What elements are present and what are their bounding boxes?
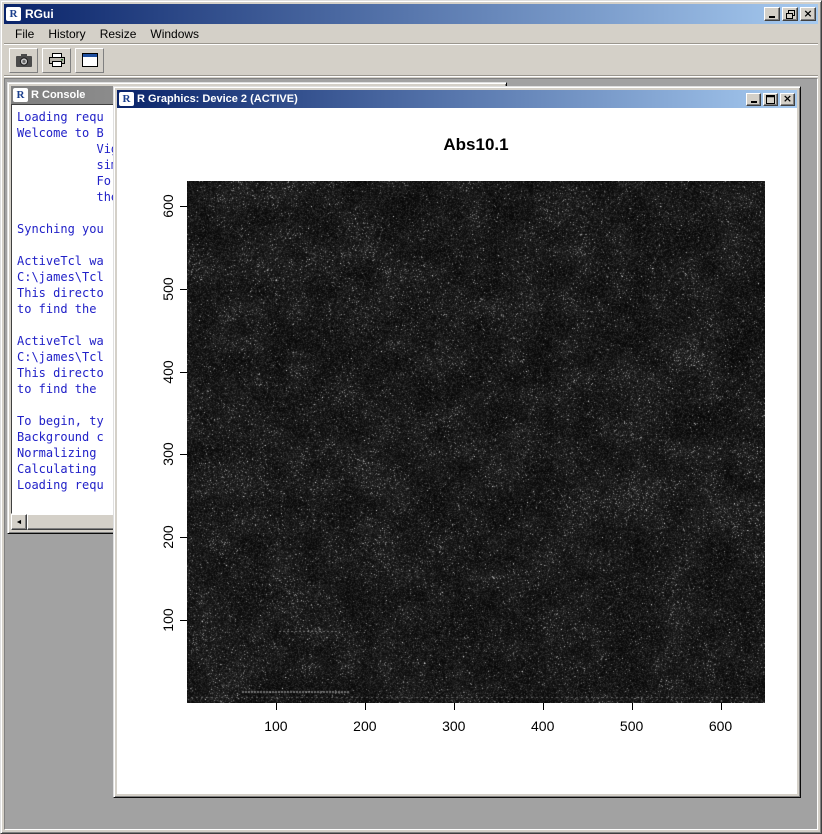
- y-tick-mark: [180, 372, 187, 373]
- x-tick-mark: [365, 703, 366, 710]
- y-tick-label: 400: [160, 350, 174, 394]
- y-tick-mark: [180, 537, 187, 538]
- x-tick-label: 100: [254, 718, 298, 734]
- mdi-area: R R Console Loading requ Welcome to B Vi…: [4, 78, 818, 830]
- printer-icon: [48, 53, 66, 68]
- graphics-window-controls: ×: [746, 93, 795, 106]
- plot-title: Abs10.1: [187, 135, 765, 155]
- x-tick-mark: [721, 703, 722, 710]
- x-tick-mark: [454, 703, 455, 710]
- graphics-r-icon: R: [119, 92, 134, 106]
- x-tick-label: 400: [521, 718, 565, 734]
- main-window-controls: ×: [764, 7, 816, 21]
- minimize-button[interactable]: [764, 7, 780, 21]
- x-tick-label: 600: [699, 718, 743, 734]
- window-button[interactable]: [75, 48, 104, 73]
- scroll-left-button[interactable]: ◄: [11, 514, 27, 530]
- minimize-icon: [751, 101, 757, 103]
- toolbar: [4, 45, 818, 75]
- y-tick-mark: [180, 620, 187, 621]
- graphics-minimize-button[interactable]: [746, 93, 761, 106]
- x-tick-label: 500: [610, 718, 654, 734]
- window-icon: [82, 53, 98, 67]
- close-button[interactable]: ×: [800, 7, 816, 21]
- x-tick-mark: [276, 703, 277, 710]
- camera-icon: [15, 53, 33, 68]
- y-tick-label: 100: [160, 598, 174, 642]
- y-tick-label: 500: [160, 267, 174, 311]
- graphics-maximize-button[interactable]: [763, 93, 778, 106]
- x-tick-label: 300: [432, 718, 476, 734]
- plot-image: [187, 181, 765, 703]
- y-tick-mark: [180, 206, 187, 207]
- toolbar-separator: [4, 75, 818, 77]
- x-tick-mark: [632, 703, 633, 710]
- x-tick-label: 200: [343, 718, 387, 734]
- restore-icon: [786, 10, 795, 19]
- y-tick-label: 300: [160, 432, 174, 476]
- rgui-window: R RGui × File History Resize Windows: [0, 0, 822, 834]
- graphics-close-button[interactable]: ×: [780, 93, 795, 106]
- app-r-icon: R: [6, 7, 21, 21]
- maximize-icon: [766, 95, 775, 104]
- y-tick-label: 200: [160, 515, 174, 559]
- scroll-thumb[interactable]: [27, 514, 117, 530]
- console-r-icon: R: [13, 88, 28, 102]
- menu-history[interactable]: History: [41, 25, 92, 43]
- menu-windows[interactable]: Windows: [143, 25, 206, 43]
- main-titlebar[interactable]: R RGui ×: [4, 4, 818, 24]
- graphics-window: R R Graphics: Device 2 (ACTIVE) × Abs10.…: [113, 86, 801, 798]
- graphics-title: R Graphics: Device 2 (ACTIVE): [137, 93, 743, 105]
- close-icon: ×: [803, 8, 812, 19]
- menubar: File History Resize Windows: [4, 24, 818, 43]
- print-button[interactable]: [42, 48, 71, 73]
- restore-button[interactable]: [782, 7, 798, 21]
- menu-file[interactable]: File: [8, 25, 41, 43]
- y-tick-mark: [180, 454, 187, 455]
- plot-region: Abs10.1 100 200 300 400 500 600 100 200 300 400 50…: [117, 108, 797, 794]
- minimize-icon: [769, 16, 775, 18]
- window-title: RGui: [25, 7, 760, 21]
- graphics-titlebar[interactable]: R R Graphics: Device 2 (ACTIVE) ×: [117, 90, 797, 108]
- close-icon: ×: [783, 93, 792, 104]
- x-tick-mark: [543, 703, 544, 710]
- menu-resize[interactable]: Resize: [93, 25, 144, 43]
- camera-button[interactable]: [9, 48, 38, 73]
- y-tick-label: 600: [160, 184, 174, 228]
- y-tick-mark: [180, 289, 187, 290]
